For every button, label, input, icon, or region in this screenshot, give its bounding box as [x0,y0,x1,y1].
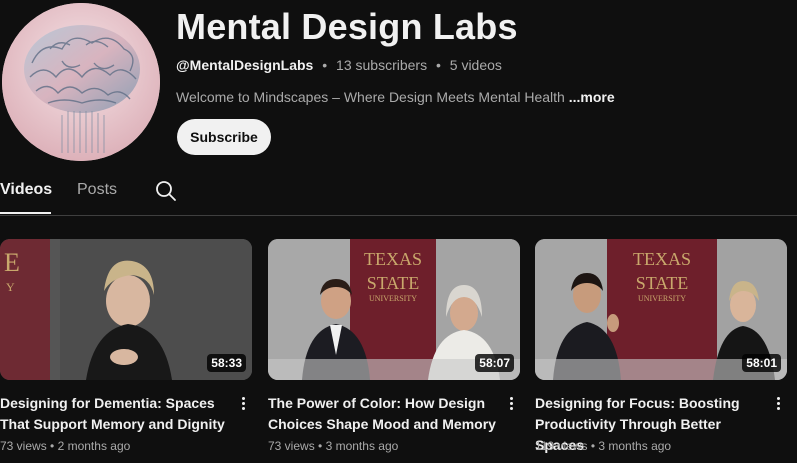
video-duration: 58:07 [475,354,514,372]
upload-age: 2 months ago [57,439,131,453]
signage-line-1: TEXAS [633,249,691,269]
video-thumbnail[interactable]: TEXAS STATE UNIVERSITY 58:01 [535,239,787,380]
channel-meta: @MentalDesignLabs • 13 subscribers • 5 v… [176,57,502,73]
channel-title: Mental Design Labs [176,6,518,47]
video-title[interactable]: The Power of Color: How Design Choices S… [268,393,496,435]
upload-age: 3 months ago [325,439,399,453]
upload-age: 3 months ago [598,439,672,453]
channel-avatar[interactable] [2,3,160,161]
view-count: 73 views [0,439,47,453]
meta-separator: • [318,439,323,453]
signage-line-3: UNIVERSITY [638,294,686,303]
signage-line-2: STATE [636,273,689,293]
signage-line-3: UNIVERSITY [369,294,417,303]
svg-text:E: E [4,248,20,277]
signage-line-1: TEXAS [364,249,422,269]
more-options-icon[interactable] [504,395,518,415]
meta-separator: • [322,57,328,73]
video-card[interactable]: E Y 58:33 Designing for Dementia: Spaces… [0,239,252,453]
channel-description[interactable]: Welcome to Mindscapes – Where Design Mee… [176,89,615,105]
view-count: 73 views [268,439,315,453]
meta-separator: • [590,439,596,453]
search-icon[interactable] [154,179,178,203]
more-link[interactable]: ...more [569,89,615,105]
svg-text:Y: Y [6,280,15,294]
video-title[interactable]: Designing for Dementia: Spaces That Supp… [0,393,228,435]
subscribe-button[interactable]: Subscribe [177,119,271,155]
video-meta: 73 views • 3 months ago [268,439,398,453]
video-count: 5 videos [449,57,502,73]
more-options-icon[interactable] [771,395,785,415]
signage-line-2: STATE [367,273,420,293]
view-count: 119 views [535,439,588,453]
video-card[interactable]: TEXAS STATE UNIVERSITY 58:01 Designing f… [535,239,787,453]
brain-illustration [2,3,160,161]
description-text: Welcome to Mindscapes – Where Design Mee… [176,89,565,105]
channel-handle: @MentalDesignLabs [176,57,314,73]
meta-separator: • [50,439,55,453]
video-meta: 73 views • 2 months ago [0,439,130,453]
tab-posts[interactable]: Posts [77,181,117,199]
video-duration: 58:33 [207,354,246,372]
meta-separator: • [435,57,441,73]
active-tab-indicator [0,212,51,214]
more-options-icon[interactable] [236,395,250,415]
subscriber-count: 13 subscribers [336,57,428,73]
video-thumbnail[interactable]: E Y 58:33 [0,239,252,380]
video-meta: 119 views • 3 months ago [535,439,671,453]
video-thumbnail[interactable]: TEXAS STATE UNIVERSITY 58:07 [268,239,520,380]
tab-videos[interactable]: Videos [0,181,52,199]
channel-tabs: Videos Posts [0,170,797,216]
video-card[interactable]: TEXAS STATE UNIVERSITY 58:07 The Power o… [268,239,520,453]
video-duration: 58:01 [742,354,781,372]
